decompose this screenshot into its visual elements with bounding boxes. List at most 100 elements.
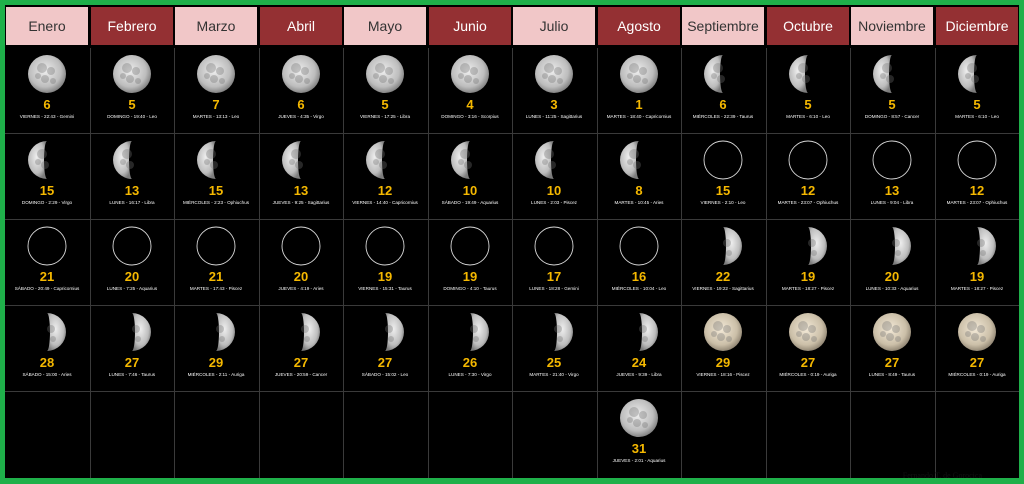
moon-phase-cell: 1 MARTES - 18:40 - Capricornius [597,48,681,132]
new-moon-icon [281,226,321,266]
phase-day-number: 6 [297,97,305,112]
moon-phase-cell: 8 MARTES - 10:45 - Aries [597,134,681,218]
moon-phase-cell: 21 SÁBADO - 20:49 - Capricornius [5,220,89,304]
new-moon-icon [450,226,490,266]
moon-phase-cell: 31 JUEVES - 2:01 - Aquarius [597,392,681,476]
moon-phase-cell: 13 JUEVES - 9:25 - Sagittarius [259,134,343,218]
phase-detail-text: MIÉRCOLES - 22:39 - Taurus [692,114,754,119]
first-quarter-moon-icon [892,227,911,265]
moon-phase-cell: 12 MARTES - 23:07 - Ophiuchus [766,134,850,218]
phase-detail-text: JUEVES - 2:01 - Aquarius [612,458,666,463]
moon-phase-cell: 5 VIERNES - 17:25 - Libra [343,48,427,132]
phase-day-number: 5 [888,97,896,112]
moon-phase-cell: 5 MARTES - 6:10 - Leo [766,48,850,132]
first-quarter-moon-icon [639,313,658,351]
phase-detail-text: LUNES - 7:30 - Virgo [448,372,492,377]
phase-detail-text: JUEVES - 9:39 - Libra [616,372,662,377]
last-quarter-moon-icon [282,141,303,179]
moon-phase-cell: 12 MARTES - 23:07 - Ophiuchus [935,134,1019,218]
moon-phase-cell: 5 MARTES - 6:10 - Leo [935,48,1019,132]
first-quarter-moon-icon [808,227,827,265]
month-header-julio: Julio [513,7,595,45]
phase-detail-text: DOMINGO - 3:16 - Scorpius [441,114,499,119]
phase-day-number: 24 [631,355,647,370]
moon-phase-cell: 20 JUEVES - 4:19 - Aries [259,220,343,304]
phase-day-number: 20 [884,269,900,284]
phase-day-number: 22 [715,269,731,284]
first-quarter-moon-icon [385,313,404,351]
new-moon-icon [703,140,743,180]
moon-phase-cell: 19 MARTES - 18:27 - Piscez [766,220,850,304]
full-moon-icon [28,55,66,93]
new-moon-icon [534,226,574,266]
full-moon-icon [620,55,658,93]
phase-day-number: 15 [39,183,55,198]
phase-detail-text: MARTES - 18:40 - Capricornius [606,114,672,119]
moon-phase-cell: 27 JUEVES - 20:59 - Cancer [259,306,343,390]
phase-detail-text: VIERNES - 19:22 - Sagittarius [692,286,754,291]
last-quarter-moon-icon [789,55,810,93]
moon-phase-cell: 29 MIÉRCOLES - 2:11 - Auriga [174,306,258,390]
phase-day-number: 27 [884,355,900,370]
moon-phase-cell: 4 DOMINGO - 3:16 - Scorpius [428,48,512,132]
phase-day-number: 26 [462,355,478,370]
phase-day-number: 27 [800,355,816,370]
new-moon-icon [112,226,152,266]
phase-detail-text: DOMINGO - 19:40 - Leo [107,114,157,119]
phase-detail-text: DOMINGO - 8:57 - Cancer [864,114,920,119]
last-quarter-moon-icon [873,55,894,93]
phase-day-number: 4 [466,97,474,112]
moon-phase-cell: 26 LUNES - 7:30 - Virgo [428,306,512,390]
first-quarter-moon-icon [977,227,996,265]
phase-day-number: 17 [546,269,562,284]
phase-day-number: 15 [715,183,731,198]
first-quarter-moon-icon [301,313,320,351]
moon-phase-cell: 5 DOMINGO - 8:57 - Cancer [850,48,934,132]
last-quarter-moon-icon [535,141,556,179]
month-header-abril: Abril [260,7,342,45]
moon-phase-cell: 10 SÁBADO - 19:49 - Aquarius [428,134,512,218]
moon-phase-cell: 7 MARTES - 13:13 - Leo [174,48,258,132]
phase-day-number: 19 [462,269,478,284]
phase-detail-text: MARTES - 23:07 - Ophiuchus [946,200,1008,205]
last-quarter-moon-icon [704,55,725,93]
phase-detail-text: JUEVES - 20:59 - Cancer [274,372,328,377]
last-quarter-moon-icon [366,141,387,179]
phase-detail-text: MARTES - 6:10 - Leo [955,114,999,119]
last-quarter-moon-icon [113,141,134,179]
new-moon-icon [27,226,67,266]
first-quarter-moon-icon [554,313,573,351]
full-moon-icon [789,313,827,351]
phase-day-number: 19 [377,269,393,284]
month-header-enero: Enero [6,7,88,45]
phase-detail-text: VIERNES - 22:43 - Gemini [19,114,75,119]
moon-phase-cell: 28 SÁBADO - 15:00 - Aries [5,306,89,390]
phase-day-number: 19 [969,269,985,284]
phase-detail-text: LUNES - 9:04 - Libra [870,200,914,205]
moon-phase-cell: 27 SÁBADO - 15:02 - Leo [343,306,427,390]
grid-divider [5,391,1019,392]
phase-detail-text: SÁBADO - 20:49 - Capricornius [14,286,80,291]
moon-phase-cell: 27 MIÉRCOLES - 0:19 - Auriga [766,306,850,390]
phase-day-number: 6 [719,97,727,112]
phase-day-number: 25 [546,355,562,370]
phase-detail-text: MIÉRCOLES - 0:19 - Auriga [948,372,1006,377]
phase-detail-text: LUNES - 11:25 - Sagittarius [525,114,583,119]
phase-detail-text: MIÉRCOLES - 2:11 - Auriga [187,372,245,377]
phase-detail-text: DOMINGO - 2:29 - Virgo [21,200,73,205]
moon-phase-cell: 19 DOMINGO - 4:10 - Taurus [428,220,512,304]
last-quarter-moon-icon [28,141,49,179]
phase-detail-text: VIERNES - 18:16 - Piscez [696,372,750,377]
phase-day-number: 19 [800,269,816,284]
phase-day-number: 21 [39,269,55,284]
phase-detail-text: LUNES - 7:46 - Taurus [108,372,156,377]
new-moon-icon [619,226,659,266]
phase-day-number: 13 [884,183,900,198]
moon-phase-cell: 20 LUNES - 7:25 - Aquarius [90,220,174,304]
phase-day-number: 5 [973,97,981,112]
phase-day-number: 5 [381,97,389,112]
phase-detail-text: MIÉRCOLES - 10:04 - Leo [611,286,667,291]
phase-day-number: 31 [631,441,647,456]
full-moon-icon [704,313,742,351]
phase-detail-text: JUEVES - 9:25 - Sagittarius [272,200,330,205]
